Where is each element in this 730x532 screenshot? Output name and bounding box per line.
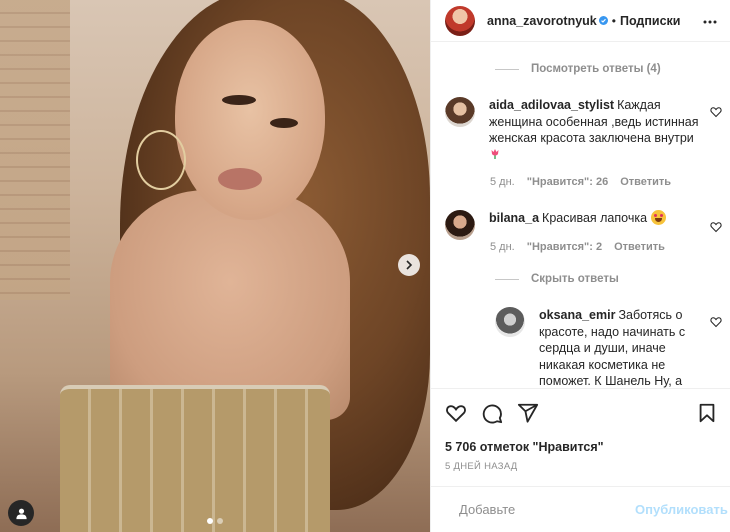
post-header: anna_zavorotnyuk • Подписки (431, 0, 730, 42)
more-options-icon[interactable] (702, 14, 718, 30)
comment-username[interactable]: aida_adilovaa_stylist (489, 98, 614, 112)
comment-body: aida_adilovaa_stylist Каждая женщина особ… (489, 97, 705, 163)
publish-button[interactable]: Опубликовать (635, 502, 728, 517)
chevron-right-icon (406, 260, 413, 270)
tulip-emoji-icon (491, 148, 499, 159)
comment-icon[interactable] (481, 402, 503, 424)
comments-list[interactable]: Посмотреть ответы (4) aida_adilovaa_styl… (431, 42, 730, 388)
photo-face (175, 20, 325, 220)
reply-item: oksana_emir Заботясь о красоте, надо начи… (495, 307, 705, 388)
header-separator: • (611, 13, 616, 28)
commenter-avatar[interactable] (495, 307, 525, 337)
comment-like-heart-icon[interactable] (710, 106, 722, 118)
photo-earring (136, 130, 186, 190)
comment-likes-count[interactable]: "Нравится": 2 (527, 241, 602, 253)
heart-icon[interactable] (445, 402, 467, 424)
view-replies-label: Посмотреть ответы (4) (531, 63, 661, 75)
replies-divider (495, 68, 519, 70)
instagram-post-window: anna_zavorotnyuk • Подписки Посмотреть о… (0, 0, 730, 532)
photo-corset (60, 385, 330, 532)
post-timestamp: 5 ДНЕЙ НАЗАД (445, 461, 518, 472)
comment-username[interactable]: oksana_emir (539, 308, 615, 322)
add-comment-bar: Опубликовать (431, 486, 730, 532)
paper-plane-icon[interactable] (517, 402, 539, 424)
hide-replies-button[interactable]: Скрыть ответы (495, 273, 619, 285)
hide-replies-label: Скрыть ответы (531, 273, 619, 285)
comment-likes-count[interactable]: "Нравится": 26 (527, 176, 608, 188)
photo-lips (218, 168, 262, 190)
author-avatar[interactable] (445, 5, 475, 36)
reply-button[interactable]: Ответить (614, 241, 665, 253)
post-photo[interactable] (0, 0, 430, 532)
author-username[interactable]: anna_zavorotnyuk (487, 14, 597, 28)
comment-age: 5 дн. (490, 176, 515, 188)
carousel-dot-active (207, 518, 213, 524)
comment-body: bilana_a Красивая лапочка (489, 210, 666, 240)
heart-eyes-emoji-icon (650, 210, 666, 225)
carousel-next-button[interactable] (398, 254, 420, 276)
post-side-panel: anna_zavorotnyuk • Подписки Посмотреть о… (430, 0, 730, 532)
photo-eye-right (270, 118, 298, 128)
commenter-avatar[interactable] (445, 97, 475, 127)
photo-eye-left (222, 95, 256, 105)
comment-text: Красивая лапочка (542, 211, 648, 225)
commenter-avatar[interactable] (445, 210, 475, 240)
comment-body: oksana_emir Заботясь о красоте, надо начи… (539, 307, 705, 388)
likes-count[interactable]: 5 706 отметок "Нравится" (431, 436, 730, 458)
comment-input[interactable] (459, 502, 635, 517)
comment-item: aida_adilovaa_stylist Каждая женщина особ… (445, 97, 705, 163)
comment-like-heart-icon[interactable] (710, 221, 722, 233)
photo-background-wall (0, 0, 70, 300)
carousel-indicator (0, 518, 430, 524)
comment-meta: 5 дн. "Нравится": 26 Ответить (490, 176, 671, 188)
bookmark-icon[interactable] (696, 402, 718, 424)
comment-username[interactable]: bilana_a (489, 211, 539, 225)
reply-button[interactable]: Ответить (620, 176, 671, 188)
replies-divider (495, 278, 519, 280)
following-button[interactable]: Подписки (620, 14, 681, 28)
comment-meta: 5 дн. "Нравится": 2 Ответить (490, 241, 665, 253)
verified-badge-icon (598, 16, 608, 25)
view-replies-button[interactable]: Посмотреть ответы (4) (495, 63, 661, 75)
comment-like-heart-icon[interactable] (710, 316, 722, 328)
post-actions-bar (431, 388, 730, 436)
comment-age: 5 дн. (490, 241, 515, 253)
comment-item: bilana_a Красивая лапочка (445, 210, 705, 240)
carousel-dot (217, 518, 223, 524)
